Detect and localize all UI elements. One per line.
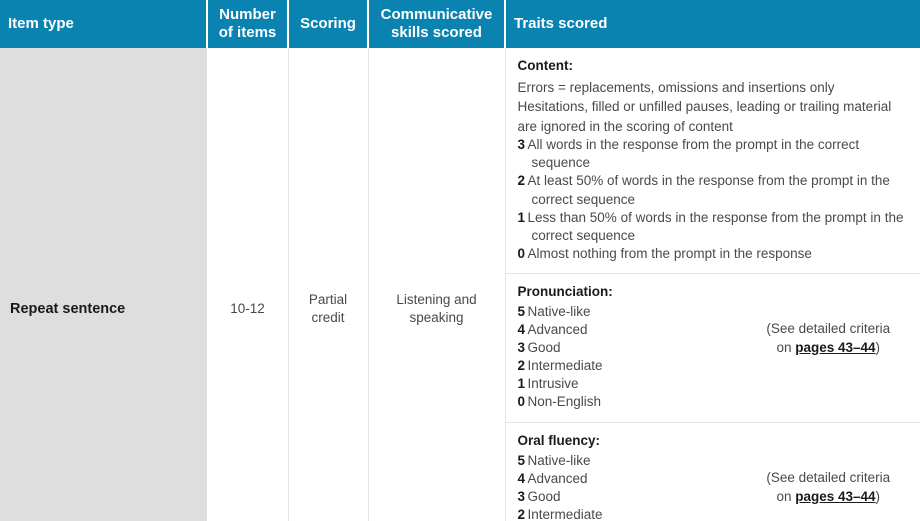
score-list-pronunciation: 5 Native-like 4 Advanced 3 Good 2 Intermedia…: [518, 303, 763, 411]
reference-prefix: on: [776, 339, 796, 355]
score-item: 3 Good: [518, 339, 763, 357]
score-item: 4 Advanced: [518, 321, 763, 339]
cell-skills-line2: speaking: [409, 310, 464, 326]
score-text: At least 50% of words in the response fr…: [527, 173, 890, 207]
trait-split-oral-fluency: Oral fluency: 5 Native-like 4 Advanced 3 Go…: [518, 432, 909, 521]
column-header-item-type: Item type: [0, 0, 208, 49]
reference-suffix: ): [875, 488, 881, 504]
reference-line1: (See detailed criteria: [766, 469, 891, 485]
column-header-number-of-items-line2: of items: [218, 23, 277, 41]
scoring-specification-table: Item type Number of items Scoring Commun…: [0, 0, 920, 521]
trait-title-oral-fluency: Oral fluency:: [517, 432, 601, 448]
score-text: Advanced: [527, 322, 588, 338]
score-item: 2 At least 50% of words in the response f…: [518, 172, 909, 208]
column-header-communicative-skills-scored: Communicative skills scored: [368, 0, 506, 49]
score-text: Good: [527, 340, 561, 356]
score-item: 1 Less than 50% of words in the response …: [518, 209, 909, 245]
reference-prefix: on: [776, 488, 796, 504]
score-text: Intermediate: [527, 506, 603, 521]
cell-scoring: Partial credit: [288, 48, 369, 521]
score-text: Good: [527, 488, 561, 504]
trait-split-pronunciation: Pronunciation: 5 Native-like 4 Advanced 3G…: [518, 283, 909, 412]
score-item: 5 Native-like: [518, 452, 763, 470]
score-points: 5: [517, 452, 526, 468]
reference-line2: on pages 43–44): [763, 487, 895, 506]
score-points: 3: [517, 488, 526, 504]
score-item: 1 Intrusive: [518, 375, 763, 393]
score-item: 0 Almost nothing from the prompt in the r…: [518, 245, 909, 263]
column-header-scoring: Scoring: [288, 0, 369, 49]
trait-block-oral-fluency: Oral fluency: 5 Native-like 4 Advanced 3 Go…: [506, 423, 920, 521]
score-item: 4 Advanced: [518, 470, 763, 488]
score-text: Native-like: [527, 452, 591, 468]
table-body: Repeat sentence 10-12 Partial credit Lis…: [0, 48, 920, 521]
column-header-skills-line2: skills scored: [391, 23, 482, 41]
score-points: 0: [517, 394, 526, 410]
reference-pages-link[interactable]: pages 43–44: [795, 489, 875, 504]
trait-title-content: Content:: [517, 58, 573, 74]
reference-pages-link[interactable]: pages 43–44: [795, 340, 875, 355]
score-text: Less than 50% of words in the response f…: [527, 209, 904, 243]
column-header-skills-line1: Communicative: [380, 6, 493, 23]
score-item: 2 Intermediate: [518, 506, 763, 521]
table-row: Repeat sentence 10-12 Partial credit Lis…: [0, 48, 920, 521]
score-points: 4: [517, 470, 526, 486]
reference-line2: on pages 43–44): [763, 338, 895, 357]
trait-reference-pronunciation: (See detailed criteria on pages 43–44): [763, 283, 909, 357]
score-text: Advanced: [527, 470, 588, 486]
score-list-content: 3 All words in the response from the prom…: [518, 136, 909, 263]
trait-scores-oral-fluency: Oral fluency: 5 Native-like 4 Advanced 3 Go…: [518, 432, 763, 521]
reference-line1: (See detailed criteria: [766, 320, 891, 336]
cell-skills-line1: Listening and: [396, 292, 477, 308]
score-points: 2: [517, 173, 526, 189]
score-text: Intrusive: [527, 376, 579, 392]
trait-reference-oral-fluency: (See detailed criteria on pages 43–44): [763, 432, 909, 506]
trait-block-pronunciation: Pronunciation: 5 Native-like 4 Advanced 3G…: [505, 274, 920, 423]
trait-block-content: Content: Errors = replacements, omission…: [505, 48, 920, 274]
cell-communicative-skills: Listening and speaking: [368, 48, 506, 521]
cell-number-of-items: 10-12: [207, 48, 289, 521]
score-item: 3 Good: [518, 488, 763, 506]
column-header-traits-scored: Traits scored: [505, 0, 920, 49]
score-text: Native-like: [527, 304, 591, 320]
cell-item-type: Repeat sentence: [0, 48, 208, 521]
trait-note-content-2: Hesitations, filled or unfilled pauses, …: [517, 99, 892, 134]
cell-scoring-line1: Partial: [308, 292, 348, 308]
column-header-number-of-items-line1: Number: [219, 6, 276, 23]
score-points: 2: [517, 506, 526, 521]
score-points: 1: [517, 376, 526, 392]
score-points: 3: [517, 340, 526, 356]
score-points: 0: [517, 245, 526, 261]
cell-scoring-line2: credit: [311, 310, 345, 326]
score-points: 2: [517, 358, 526, 374]
score-text: Non-English: [527, 394, 602, 410]
score-list-oral-fluency: 5 Native-like 4 Advanced 3 Good 2 Intermedia…: [518, 452, 763, 521]
score-points: 4: [517, 322, 526, 338]
cell-traits-scored: Content: Errors = replacements, omission…: [504, 48, 920, 521]
score-item: 2 Intermediate: [518, 357, 763, 375]
score-item: 0 Non-English: [518, 393, 763, 411]
reference-suffix: ): [875, 339, 881, 355]
trait-scores-pronunciation: Pronunciation: 5 Native-like 4 Advanced 3G…: [518, 283, 763, 412]
score-points: 3: [517, 137, 526, 153]
scoring-specification-table-container: Item type Number of items Scoring Commun…: [0, 0, 920, 521]
score-item: 3 All words in the response from the prom…: [518, 136, 909, 172]
trait-title-pronunciation: Pronunciation:: [517, 283, 613, 299]
score-text: Intermediate: [527, 358, 603, 374]
score-text: Almost nothing from the prompt in the re…: [527, 245, 812, 261]
table-header-row: Item type Number of items Scoring Commun…: [0, 0, 920, 49]
score-item: 5 Native-like: [518, 303, 763, 321]
table-header: Item type Number of items Scoring Commun…: [0, 0, 920, 49]
score-text: All words in the response from the promp…: [527, 137, 860, 171]
score-points: 5: [517, 304, 526, 320]
score-points: 1: [517, 209, 526, 225]
trait-note-content-1: Errors = replacements, omissions and ins…: [517, 79, 835, 95]
column-header-number-of-items: Number of items: [207, 0, 289, 49]
